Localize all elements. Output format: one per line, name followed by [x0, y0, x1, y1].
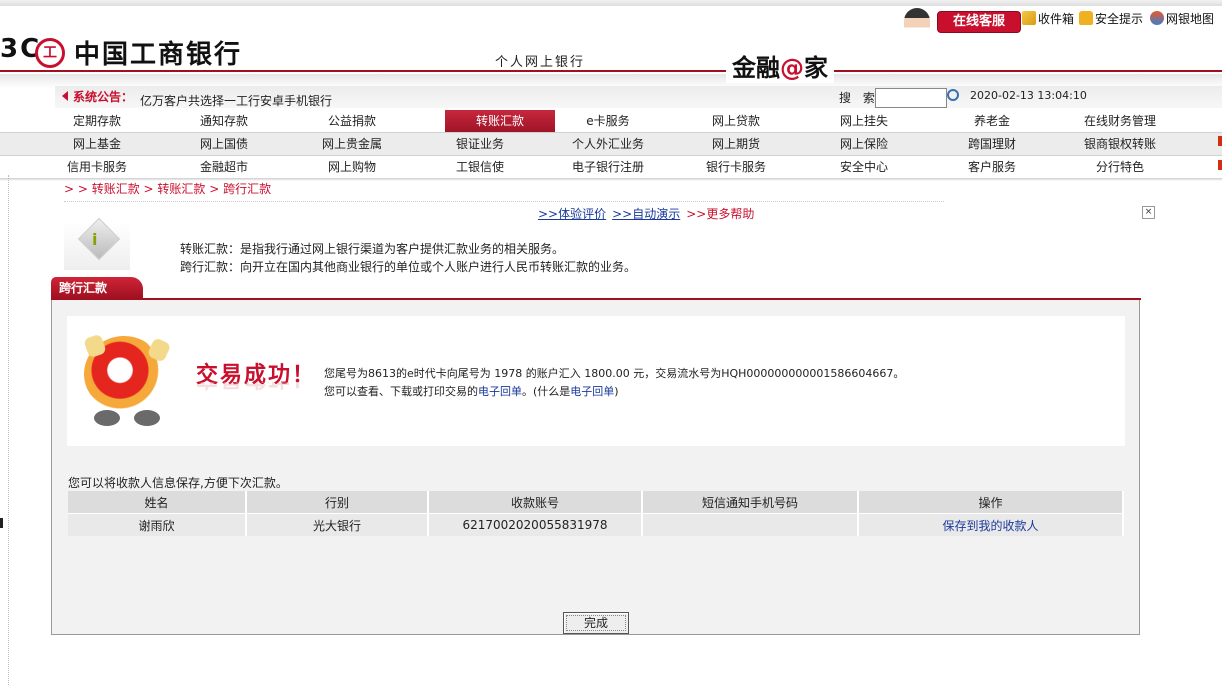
notice-text[interactable]: 亿万客户共选择一工行安卓手机银行	[140, 92, 332, 109]
payee-account: 6217002020055831978	[428, 513, 643, 536]
info-text-transfer: 转账汇款：是指我行通过网上银行渠道为客户提供汇款业务的相关服务。	[180, 242, 565, 256]
menu-item[interactable]: 工银信使	[425, 156, 535, 178]
online-service-button[interactable]: 在线客服	[937, 11, 1021, 33]
search-label: 搜 索	[839, 91, 879, 105]
service-avatar-icon	[904, 8, 930, 36]
payee-phone	[642, 513, 859, 536]
search-icon[interactable]	[947, 89, 959, 101]
inbox-label: 收件箱	[1038, 12, 1075, 26]
brand-slogan: 金融@家	[726, 48, 834, 83]
menu-item[interactable]: 网上挂失	[809, 110, 919, 132]
menu-item[interactable]: 在线财务管理	[1065, 110, 1175, 132]
column-header: 姓名	[68, 491, 247, 514]
menu-item[interactable]: 网上期货	[681, 133, 791, 155]
table-row: 谢雨欣 光大银行 6217002020055831978 保存到我的收款人	[68, 513, 1124, 536]
mascot-foot-icon	[94, 410, 120, 426]
menu-item[interactable]: 电子银行注册	[553, 156, 663, 178]
lock-icon	[1079, 11, 1093, 25]
table-header-row: 姓名 行别 收款账号 短信通知手机号码 操作	[68, 491, 1124, 514]
column-header: 行别	[246, 491, 429, 514]
menu-item[interactable]: 网上保险	[809, 133, 919, 155]
menu-item[interactable]: 网上国债	[169, 133, 279, 155]
what-is-receipt-link[interactable]: 电子回单	[570, 385, 614, 398]
e-receipt-link[interactable]: 电子回单	[478, 385, 522, 398]
save-payee-hint: 您可以将收款人信息保存,方便下次汇款。	[68, 476, 288, 490]
menu-item[interactable]: 客户服务	[937, 156, 1047, 178]
menu-item[interactable]: e卡服务	[553, 110, 663, 132]
mascot-foot-icon	[134, 410, 160, 426]
frame-marker	[0, 518, 3, 528]
receipt-message: 您可以查看、下载或打印交易的电子回单。(什么是电子回单)	[324, 383, 619, 399]
search-input[interactable]	[875, 88, 947, 108]
payee-name: 谢雨欣	[68, 513, 247, 536]
menu-item[interactable]: 定期存款	[42, 110, 152, 132]
receipt-text: 。(什么是	[522, 385, 571, 398]
close-icon[interactable]: ×	[1142, 206, 1155, 219]
column-header: 收款账号	[428, 491, 643, 514]
notice-title: 系统公告：	[73, 90, 134, 104]
help-links: >>体验评价 >>自动演示 >>更多帮助	[538, 205, 754, 222]
security-tips-label: 安全提示	[1095, 12, 1144, 26]
menu-item[interactable]: 分行特色	[1065, 156, 1175, 178]
menu-row-1: 定期存款 通知存款 公益捐款 转账汇款 e卡服务 网上贷款 网上挂失 养老金 在…	[0, 110, 1222, 132]
icbc-logo-icon[interactable]: 工	[35, 38, 65, 68]
menu-item[interactable]: 网上基金	[42, 133, 152, 155]
security-tips-link[interactable]: 安全提示	[1079, 10, 1143, 27]
breadcrumb[interactable]: > > 转账汇款 > 转账汇款 > 跨行汇款	[64, 180, 271, 197]
menu-item[interactable]: 网上购物	[297, 156, 407, 178]
transaction-message: 您尾号为8613的e时代卡向尾号为 1978 的账户汇入 1800.00 元，交…	[324, 367, 905, 380]
payee-table: 姓名 行别 收款账号 短信通知手机号码 操作 谢雨欣 光大银行 62170020…	[68, 491, 1124, 536]
menu-scroll-marker	[1218, 136, 1222, 146]
receipt-text: )	[614, 385, 619, 398]
experience-link[interactable]: >>体验评价	[538, 207, 606, 221]
menu-row-2: 网上基金 网上国债 网上贵金属 银证业务 个人外汇业务 网上期货 网上保险 跨国…	[0, 133, 1222, 155]
current-datetime: 2020-02-13 13:04:10	[970, 89, 1087, 102]
menu-item-active[interactable]: 转账汇款	[445, 110, 555, 132]
menu-item[interactable]: 养老金	[937, 110, 1047, 132]
menu-item[interactable]: 网上贷款	[681, 110, 791, 132]
personal-banking-title: 个人网上银行	[495, 55, 586, 70]
inbox-link[interactable]: 收件箱	[1022, 10, 1074, 27]
demo-link[interactable]: >>自动演示	[612, 207, 680, 221]
speaker-icon	[62, 91, 68, 101]
menu-scroll-marker	[1218, 160, 1222, 170]
breadcrumb-divider	[64, 201, 944, 203]
site-map-label: 网银地图	[1166, 12, 1215, 26]
menu-item[interactable]: 银行卡服务	[681, 156, 791, 178]
slogan-pre: 金融	[732, 54, 780, 82]
info-i-icon: i	[92, 230, 98, 249]
menu-item[interactable]: 个人外汇业务	[553, 133, 663, 155]
site-map-link[interactable]: 网银地图	[1150, 10, 1214, 27]
bank-name: 中国工商银行	[74, 40, 243, 70]
column-header: 操作	[858, 491, 1124, 514]
menu-item[interactable]: 信用卡服务	[42, 156, 152, 178]
header-divider	[0, 70, 1222, 72]
map-icon	[1150, 11, 1164, 25]
receipt-text: 您可以查看、下载或打印交易的	[324, 385, 478, 398]
menu-item[interactable]: 通知存款	[169, 110, 279, 132]
menu-item[interactable]: 安全中心	[809, 156, 919, 178]
save-payee-link[interactable]: 保存到我的收款人	[858, 513, 1124, 536]
slogan-at: @	[780, 54, 804, 82]
success-title-reflection: 交易成功！	[196, 382, 316, 396]
info-text-interbank: 跨行汇款：向开立在国内其他商业银行的单位或个人账户进行人民币转账汇款的业务。	[180, 260, 637, 274]
menu-item[interactable]: 网上贵金属	[297, 133, 407, 155]
top-strip	[0, 0, 1222, 6]
menu-row-3: 信用卡服务 金融超市 网上购物 工银信使 电子银行注册 银行卡服务 安全中心 客…	[0, 156, 1222, 178]
inbox-icon	[1022, 11, 1036, 25]
slogan-post: 家	[804, 54, 828, 82]
done-button[interactable]: 完成	[563, 612, 629, 634]
left-frame-border	[8, 175, 10, 685]
payee-bank: 光大银行	[246, 513, 429, 536]
tab-interbank-transfer[interactable]: 跨行汇款	[51, 277, 143, 299]
more-help-link[interactable]: >>更多帮助	[686, 207, 754, 221]
menu-item[interactable]: 银证业务	[425, 133, 535, 155]
menu-item[interactable]: 银商银权转账	[1065, 133, 1175, 155]
column-header: 短信通知手机号码	[642, 491, 859, 514]
menu-item[interactable]: 金融超市	[169, 156, 279, 178]
menu-item[interactable]: 公益捐款	[297, 110, 407, 132]
menu-item[interactable]: 跨国理财	[937, 133, 1047, 155]
